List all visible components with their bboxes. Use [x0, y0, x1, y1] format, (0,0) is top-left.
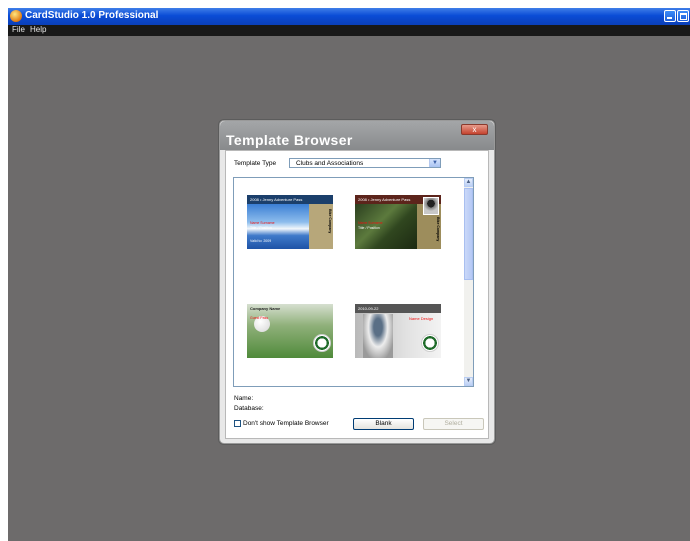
template-card[interactable]: 2008 • Jenny Adventure Pass Name Surname… [247, 195, 333, 249]
card-side-text: Bike Company [328, 209, 332, 234]
seal-emblem [313, 334, 331, 352]
card-line: Name Surname [358, 221, 383, 225]
card-line: Name Design [409, 316, 434, 321]
template-type-label: Template Type [234, 160, 277, 167]
card-header: 2010-09-22 [355, 304, 441, 313]
dialog-body: Template Type Clubs and Associations ▼ 2… [225, 150, 489, 439]
dialog-header: Template Browser x [220, 121, 494, 150]
restore-button[interactable] [677, 10, 689, 22]
dialog-close-button[interactable]: x [461, 124, 488, 135]
template-type-select[interactable]: Clubs and Associations ▼ [289, 158, 441, 168]
card-header: Company Name [250, 306, 281, 311]
select-button[interactable]: Select [423, 418, 484, 430]
template-browser-dialog: Template Browser x Template Type Clubs a… [219, 120, 495, 444]
chevron-down-icon[interactable]: ▼ [429, 159, 440, 167]
app-window: CardStudio 1.0 Professional File Help Te… [8, 8, 690, 541]
golfer-image [363, 314, 393, 358]
list-scrollbar[interactable]: ▲ ▼ [464, 178, 473, 386]
seal-emblem [421, 334, 439, 352]
card-line: Valid to: 2009 [250, 239, 272, 243]
menu-bar: File Help [8, 25, 690, 36]
blank-button[interactable]: Blank [353, 418, 414, 430]
template-card[interactable]: 2008 • Jenny Adventure Pass Name Surname… [355, 195, 441, 249]
card-line: Title / Position [250, 226, 272, 230]
card-header: 2008 • Jenny Adventure Pass [247, 195, 333, 204]
dialog-title: Template Browser [226, 132, 353, 148]
template-card[interactable]: 2010-09-22 Name Design [355, 304, 441, 358]
scroll-thumb[interactable] [464, 188, 473, 280]
scroll-down-icon[interactable]: ▼ [464, 377, 473, 386]
minimize-button[interactable] [664, 10, 676, 22]
window-title: CardStudio 1.0 Professional [25, 10, 159, 21]
template-list[interactable]: 2008 • Jenny Adventure Pass Name Surname… [233, 177, 474, 387]
template-card[interactable]: Company Name Guest Pass [247, 304, 333, 358]
dont-show-label: Don't show Template Browser [243, 420, 329, 427]
card-line: Guest Pass [250, 316, 269, 320]
card-line: Title / Position [358, 226, 380, 230]
title-bar: CardStudio 1.0 Professional [8, 8, 690, 25]
database-label: Database: [234, 405, 264, 412]
template-type-value: Clubs and Associations [296, 160, 364, 167]
name-label: Name: [234, 395, 254, 402]
card-side-text: Bike Company [436, 217, 440, 242]
card-portrait [423, 197, 439, 215]
menu-help[interactable]: Help [30, 25, 46, 34]
scroll-up-icon[interactable]: ▲ [464, 178, 473, 187]
app-icon [10, 10, 22, 22]
dont-show-checkbox[interactable] [234, 420, 241, 427]
menu-file[interactable]: File [12, 25, 25, 34]
card-line: Name Surname [250, 221, 275, 225]
